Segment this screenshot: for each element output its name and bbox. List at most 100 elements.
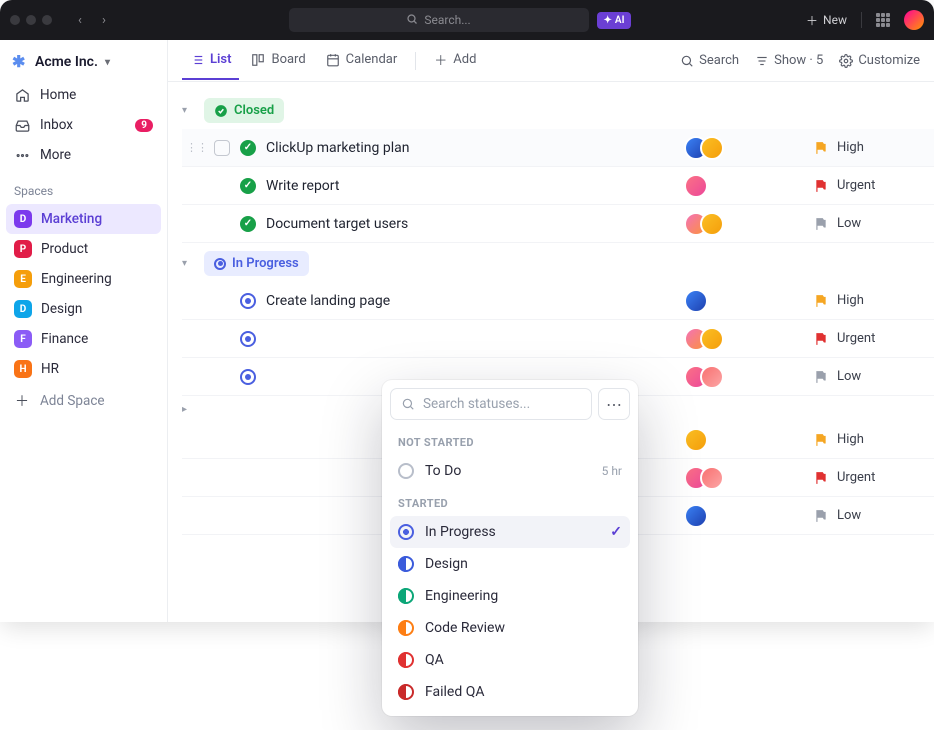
- flag-icon: [814, 433, 828, 447]
- task-status-icon[interactable]: [240, 216, 256, 232]
- priority[interactable]: Low: [814, 369, 934, 384]
- space-initial: F: [14, 330, 32, 348]
- space-finance[interactable]: FFinance: [6, 324, 161, 354]
- task-status-icon[interactable]: [240, 140, 256, 156]
- space-marketing[interactable]: DMarketing: [6, 204, 161, 234]
- assignees: [684, 289, 814, 313]
- assignee-avatar[interactable]: [700, 466, 724, 490]
- space-initial: H: [14, 360, 32, 378]
- space-design[interactable]: DDesign: [6, 294, 161, 324]
- task-name[interactable]: ClickUp marketing plan: [266, 140, 684, 156]
- status-chip[interactable]: Closed: [204, 98, 284, 123]
- workspace-switcher[interactable]: Acme Inc. ▾: [6, 48, 161, 80]
- space-initial: D: [14, 210, 32, 228]
- plus-icon: ＋: [806, 12, 818, 29]
- priority[interactable]: High: [814, 432, 934, 447]
- view-tab-calendar[interactable]: Calendar: [318, 41, 406, 80]
- status-option-qa[interactable]: QA: [390, 644, 630, 676]
- task-status-icon[interactable]: [240, 369, 256, 385]
- assignees: [684, 327, 814, 351]
- status-chip[interactable]: In Progress: [204, 251, 309, 276]
- space-hr[interactable]: HHR: [6, 354, 161, 384]
- sidebar-item-inbox[interactable]: Inbox 9: [6, 110, 161, 140]
- priority[interactable]: Urgent: [814, 470, 934, 485]
- viewbar: List Board Calendar ＋ Add: [168, 40, 934, 82]
- status-icon: [398, 652, 414, 668]
- assignee-avatar[interactable]: [684, 428, 708, 452]
- nav-back-icon[interactable]: ‹: [70, 13, 90, 28]
- assignee-avatar[interactable]: [684, 504, 708, 528]
- task-status-icon[interactable]: [240, 331, 256, 347]
- show-button[interactable]: Show · 5: [755, 53, 823, 68]
- search-button[interactable]: Search: [680, 53, 739, 68]
- assignee-avatar[interactable]: [700, 327, 724, 351]
- ai-button[interactable]: ✦AI: [597, 12, 632, 29]
- status-icon: [398, 524, 414, 540]
- search-placeholder: Search...: [424, 13, 470, 27]
- status-search-input[interactable]: Search statuses...: [390, 388, 592, 420]
- apps-icon[interactable]: [876, 13, 890, 27]
- task-row[interactable]: Write report Urgent: [182, 167, 934, 205]
- task-checkbox[interactable]: [214, 140, 230, 156]
- add-space-button[interactable]: ＋ Add Space: [6, 384, 161, 418]
- flag-icon: [814, 179, 828, 193]
- task-row[interactable]: Create landing page High: [182, 282, 934, 320]
- task-row[interactable]: ⋮⋮ ClickUp marketing plan High: [182, 129, 934, 167]
- drag-handle-icon[interactable]: ⋮⋮: [186, 141, 208, 154]
- sidebar-item-home[interactable]: Home: [6, 80, 161, 110]
- status-option-engineering[interactable]: Engineering: [390, 580, 630, 612]
- flag-icon: [814, 471, 828, 485]
- task-status-icon[interactable]: [240, 178, 256, 194]
- global-search[interactable]: Search...: [289, 8, 589, 32]
- assignee-avatar[interactable]: [700, 365, 724, 389]
- collapse-icon[interactable]: ▾: [182, 105, 196, 116]
- priority[interactable]: Low: [814, 508, 934, 523]
- task-name[interactable]: Write report: [266, 178, 684, 194]
- view-tab-list[interactable]: List: [182, 41, 239, 80]
- check-icon: ✓: [610, 524, 622, 540]
- priority[interactable]: Low: [814, 216, 934, 231]
- task-status-icon[interactable]: [240, 293, 256, 309]
- task-row[interactable]: Urgent: [182, 320, 934, 358]
- assignee-avatar[interactable]: [700, 136, 724, 160]
- priority[interactable]: High: [814, 293, 934, 308]
- assignee-avatar[interactable]: [700, 212, 724, 236]
- workspace-logo-icon: [12, 54, 28, 70]
- customize-button[interactable]: Customize: [839, 53, 920, 68]
- nav-forward-icon[interactable]: ›: [94, 13, 114, 28]
- status-option-to-do[interactable]: To Do 5 hr: [390, 455, 630, 487]
- space-engineering[interactable]: EEngineering: [6, 264, 161, 294]
- add-view-button[interactable]: ＋ Add: [426, 39, 484, 82]
- flag-icon: [814, 217, 828, 231]
- collapse-icon[interactable]: ▾: [182, 258, 196, 269]
- inbox-icon: [14, 118, 30, 133]
- status-section-heading: NOT STARTED: [390, 426, 630, 455]
- status-option-failed-qa[interactable]: Failed QA: [390, 676, 630, 708]
- window-controls[interactable]: [10, 15, 52, 25]
- status-more-button[interactable]: ⋯: [598, 388, 630, 420]
- titlebar: ‹ › Search... ✦AI ＋ New: [0, 0, 934, 40]
- status-option-design[interactable]: Design: [390, 548, 630, 580]
- priority[interactable]: High: [814, 140, 934, 155]
- task-row[interactable]: Document target users Low: [182, 205, 934, 243]
- priority[interactable]: Urgent: [814, 178, 934, 193]
- new-button[interactable]: ＋ New: [806, 12, 847, 29]
- sidebar-item-more[interactable]: More: [6, 140, 161, 170]
- plus-icon: ＋: [434, 50, 447, 69]
- space-initial: P: [14, 240, 32, 258]
- status-option-in-progress[interactable]: In Progress ✓: [390, 516, 630, 548]
- home-icon: [14, 88, 30, 103]
- space-product[interactable]: PProduct: [6, 234, 161, 264]
- task-name[interactable]: Create landing page: [266, 293, 684, 309]
- assignees: [684, 212, 814, 236]
- inbox-count-badge: 9: [135, 119, 153, 132]
- search-icon: [406, 13, 418, 28]
- collapse-icon[interactable]: ▸: [182, 404, 196, 415]
- task-name[interactable]: Document target users: [266, 216, 684, 232]
- status-option-code-review[interactable]: Code Review: [390, 612, 630, 644]
- assignee-avatar[interactable]: [684, 289, 708, 313]
- view-tab-board[interactable]: Board: [243, 41, 313, 80]
- priority[interactable]: Urgent: [814, 331, 934, 346]
- user-avatar[interactable]: [904, 10, 924, 30]
- assignee-avatar[interactable]: [684, 174, 708, 198]
